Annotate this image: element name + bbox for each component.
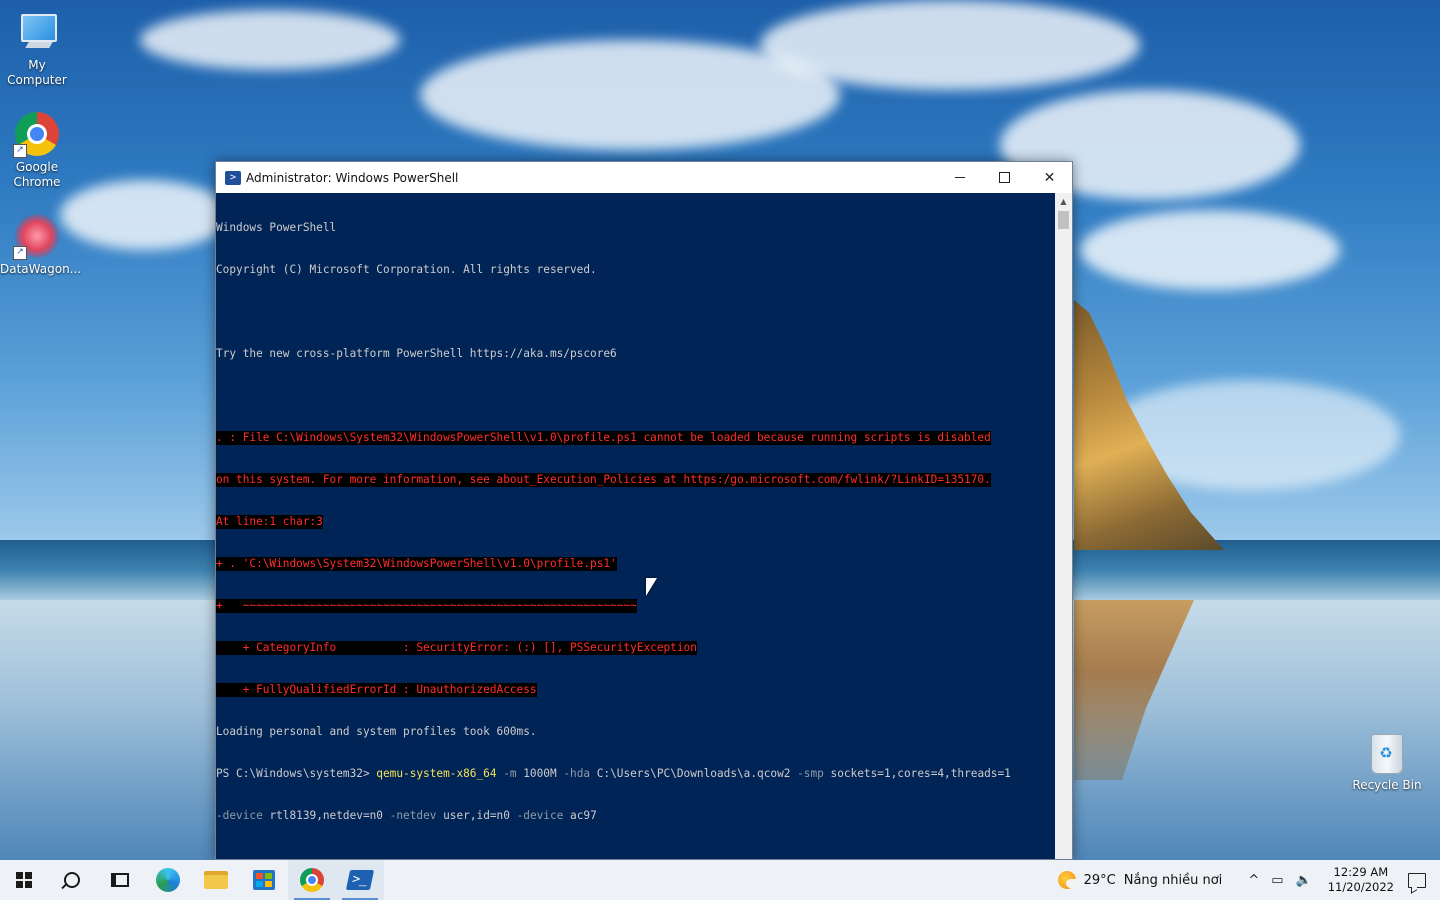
- desktop-icon-label: Computer: [7, 73, 67, 87]
- edge-icon: [156, 868, 180, 892]
- search-icon: [64, 872, 80, 888]
- taskbar-store[interactable]: [240, 860, 288, 900]
- wallpaper-cloud: [140, 10, 400, 70]
- clock-date: 11/20/2022: [1327, 880, 1394, 894]
- command-param: -hda: [556, 767, 597, 780]
- console-line: Windows PowerShell: [216, 221, 337, 234]
- start-button[interactable]: [0, 860, 48, 900]
- shortcut-arrow-icon: ↗: [13, 144, 27, 158]
- command-value: C:\Users\PC\Downloads\a.qcow2: [596, 767, 791, 780]
- chrome-icon: [300, 868, 324, 892]
- shortcut-arrow-icon: ↗: [13, 246, 27, 260]
- command-executable: qemu-system-x86_64: [376, 767, 497, 780]
- network-icon[interactable]: ▭: [1271, 873, 1283, 888]
- datawagon-icon: ↗: [13, 214, 59, 260]
- command-value: sockets=1,cores=4,threads=1: [830, 767, 1011, 780]
- wallpaper-cloud: [760, 0, 1140, 90]
- command-value: rtl8139,netdev=n0: [262, 809, 390, 822]
- prompt: PS C:\Windows\system32>: [216, 767, 377, 780]
- taskbar-file-explorer[interactable]: [192, 860, 240, 900]
- error-line: on this system. For more information, se…: [216, 473, 991, 487]
- clock[interactable]: 12:29 AM 11/20/2022: [1328, 865, 1394, 895]
- console-line: Loading personal and system profiles too…: [216, 725, 537, 738]
- taskbar: >_ 29°C Nắng nhiều nơi ^ ▭ 🔈 12:29 AM 11…: [0, 860, 1440, 900]
- maximize-button[interactable]: [982, 162, 1027, 193]
- title-bar[interactable]: > Administrator: Windows PowerShell ✕: [216, 162, 1072, 193]
- error-line: + . 'C:\Windows\System32\WindowsPowerShe…: [216, 557, 617, 571]
- command-value: ac97: [563, 809, 597, 822]
- desktop-icon-google-chrome[interactable]: ↗ Google Chrome: [0, 112, 74, 190]
- minimize-button[interactable]: [937, 162, 982, 193]
- desktop-icon-my-computer[interactable]: My Computer: [0, 10, 74, 88]
- console-output[interactable]: Windows PowerShell Copyright (C) Microso…: [216, 193, 1056, 859]
- desktop-icon-label: DataWagon...: [0, 262, 82, 276]
- mouse-cursor-icon: [646, 578, 657, 596]
- console-line: Copyright (C) Microsoft Corporation. All…: [216, 263, 597, 276]
- minimize-icon: [954, 177, 965, 178]
- command-param: -device: [516, 809, 564, 822]
- desktop-icon-label: Google: [15, 160, 59, 174]
- taskbar-edge[interactable]: [144, 860, 192, 900]
- command-line-continued: -device rtl8139,netdev=n0 -netdev user,i…: [216, 809, 1056, 823]
- notification-center-icon[interactable]: [1408, 872, 1426, 888]
- chrome-icon: ↗: [13, 112, 59, 158]
- error-line: + CategoryInfo : SecurityError: (:) [], …: [216, 641, 697, 655]
- windows-logo-icon: [16, 872, 32, 888]
- volume-icon[interactable]: 🔈: [1296, 873, 1312, 888]
- desktop-icon-datawagon[interactable]: ↗ DataWagon...: [0, 214, 82, 277]
- command-param: -netdev: [389, 809, 437, 822]
- scroll-up-icon[interactable]: ▲: [1055, 193, 1072, 210]
- desktop-icon-label: My: [28, 58, 46, 72]
- task-view-button[interactable]: [96, 860, 144, 900]
- clock-time: 12:29 AM: [1333, 865, 1389, 879]
- folder-icon: [204, 871, 228, 889]
- weather-description[interactable]: Nắng nhiều nơi: [1124, 873, 1223, 888]
- command-param: -device: [216, 809, 263, 822]
- recycle-bin-icon: ♻: [1365, 730, 1409, 774]
- close-button[interactable]: ✕: [1027, 162, 1072, 193]
- error-line: + ~~~~~~~~~~~~~~~~~~~~~~~~~~~~~~~~~~~~~~…: [216, 599, 637, 613]
- maximize-icon: [999, 172, 1010, 183]
- system-tray: 29°C Nắng nhiều nơi ^ ▭ 🔈 12:29 AM 11/20…: [1057, 860, 1440, 900]
- store-icon: [253, 870, 275, 890]
- window-controls: ✕: [937, 162, 1072, 193]
- wallpaper-cloud: [60, 180, 230, 250]
- desktop-icon-recycle-bin[interactable]: ♻ Recycle Bin: [1350, 730, 1424, 793]
- error-line: . : File C:\Windows\System32\WindowsPowe…: [216, 431, 991, 445]
- task-view-icon: [111, 873, 129, 887]
- command-line: PS C:\Windows\system32> qemu-system-x86_…: [216, 767, 1056, 781]
- computer-icon: [15, 10, 59, 54]
- wallpaper-cloud: [1080, 210, 1340, 290]
- powershell-icon: >: [225, 170, 241, 185]
- taskbar-chrome[interactable]: [288, 860, 336, 900]
- weather-sun-cloud-icon[interactable]: [1057, 871, 1080, 889]
- taskbar-powershell[interactable]: >_: [336, 860, 384, 900]
- desktop-icon-label: Recycle Bin: [1352, 778, 1422, 792]
- command-param: -m: [496, 767, 524, 780]
- command-param: -smp: [790, 767, 831, 780]
- powershell-window[interactable]: > Administrator: Windows PowerShell ✕ Wi…: [215, 161, 1073, 860]
- window-title: Administrator: Windows PowerShell: [246, 170, 459, 185]
- powershell-icon: >_: [345, 870, 375, 890]
- vertical-scrollbar[interactable]: ▲: [1055, 193, 1072, 859]
- search-button[interactable]: [48, 860, 96, 900]
- scroll-thumb[interactable]: [1058, 211, 1069, 229]
- desktop-icon-label: Chrome: [13, 175, 61, 189]
- close-icon: ✕: [1043, 169, 1056, 186]
- command-value: user,id=n0: [436, 809, 517, 822]
- console-line: Try the new cross-platform PowerShell ht…: [216, 347, 617, 360]
- error-line: + FullyQualifiedErrorId : UnauthorizedAc…: [216, 683, 537, 697]
- command-value: 1000M: [523, 767, 557, 780]
- weather-temperature[interactable]: 29°C: [1084, 873, 1116, 888]
- error-line: At line:1 char:3: [216, 515, 323, 529]
- show-hidden-icons-chevron-icon[interactable]: ^: [1248, 873, 1259, 888]
